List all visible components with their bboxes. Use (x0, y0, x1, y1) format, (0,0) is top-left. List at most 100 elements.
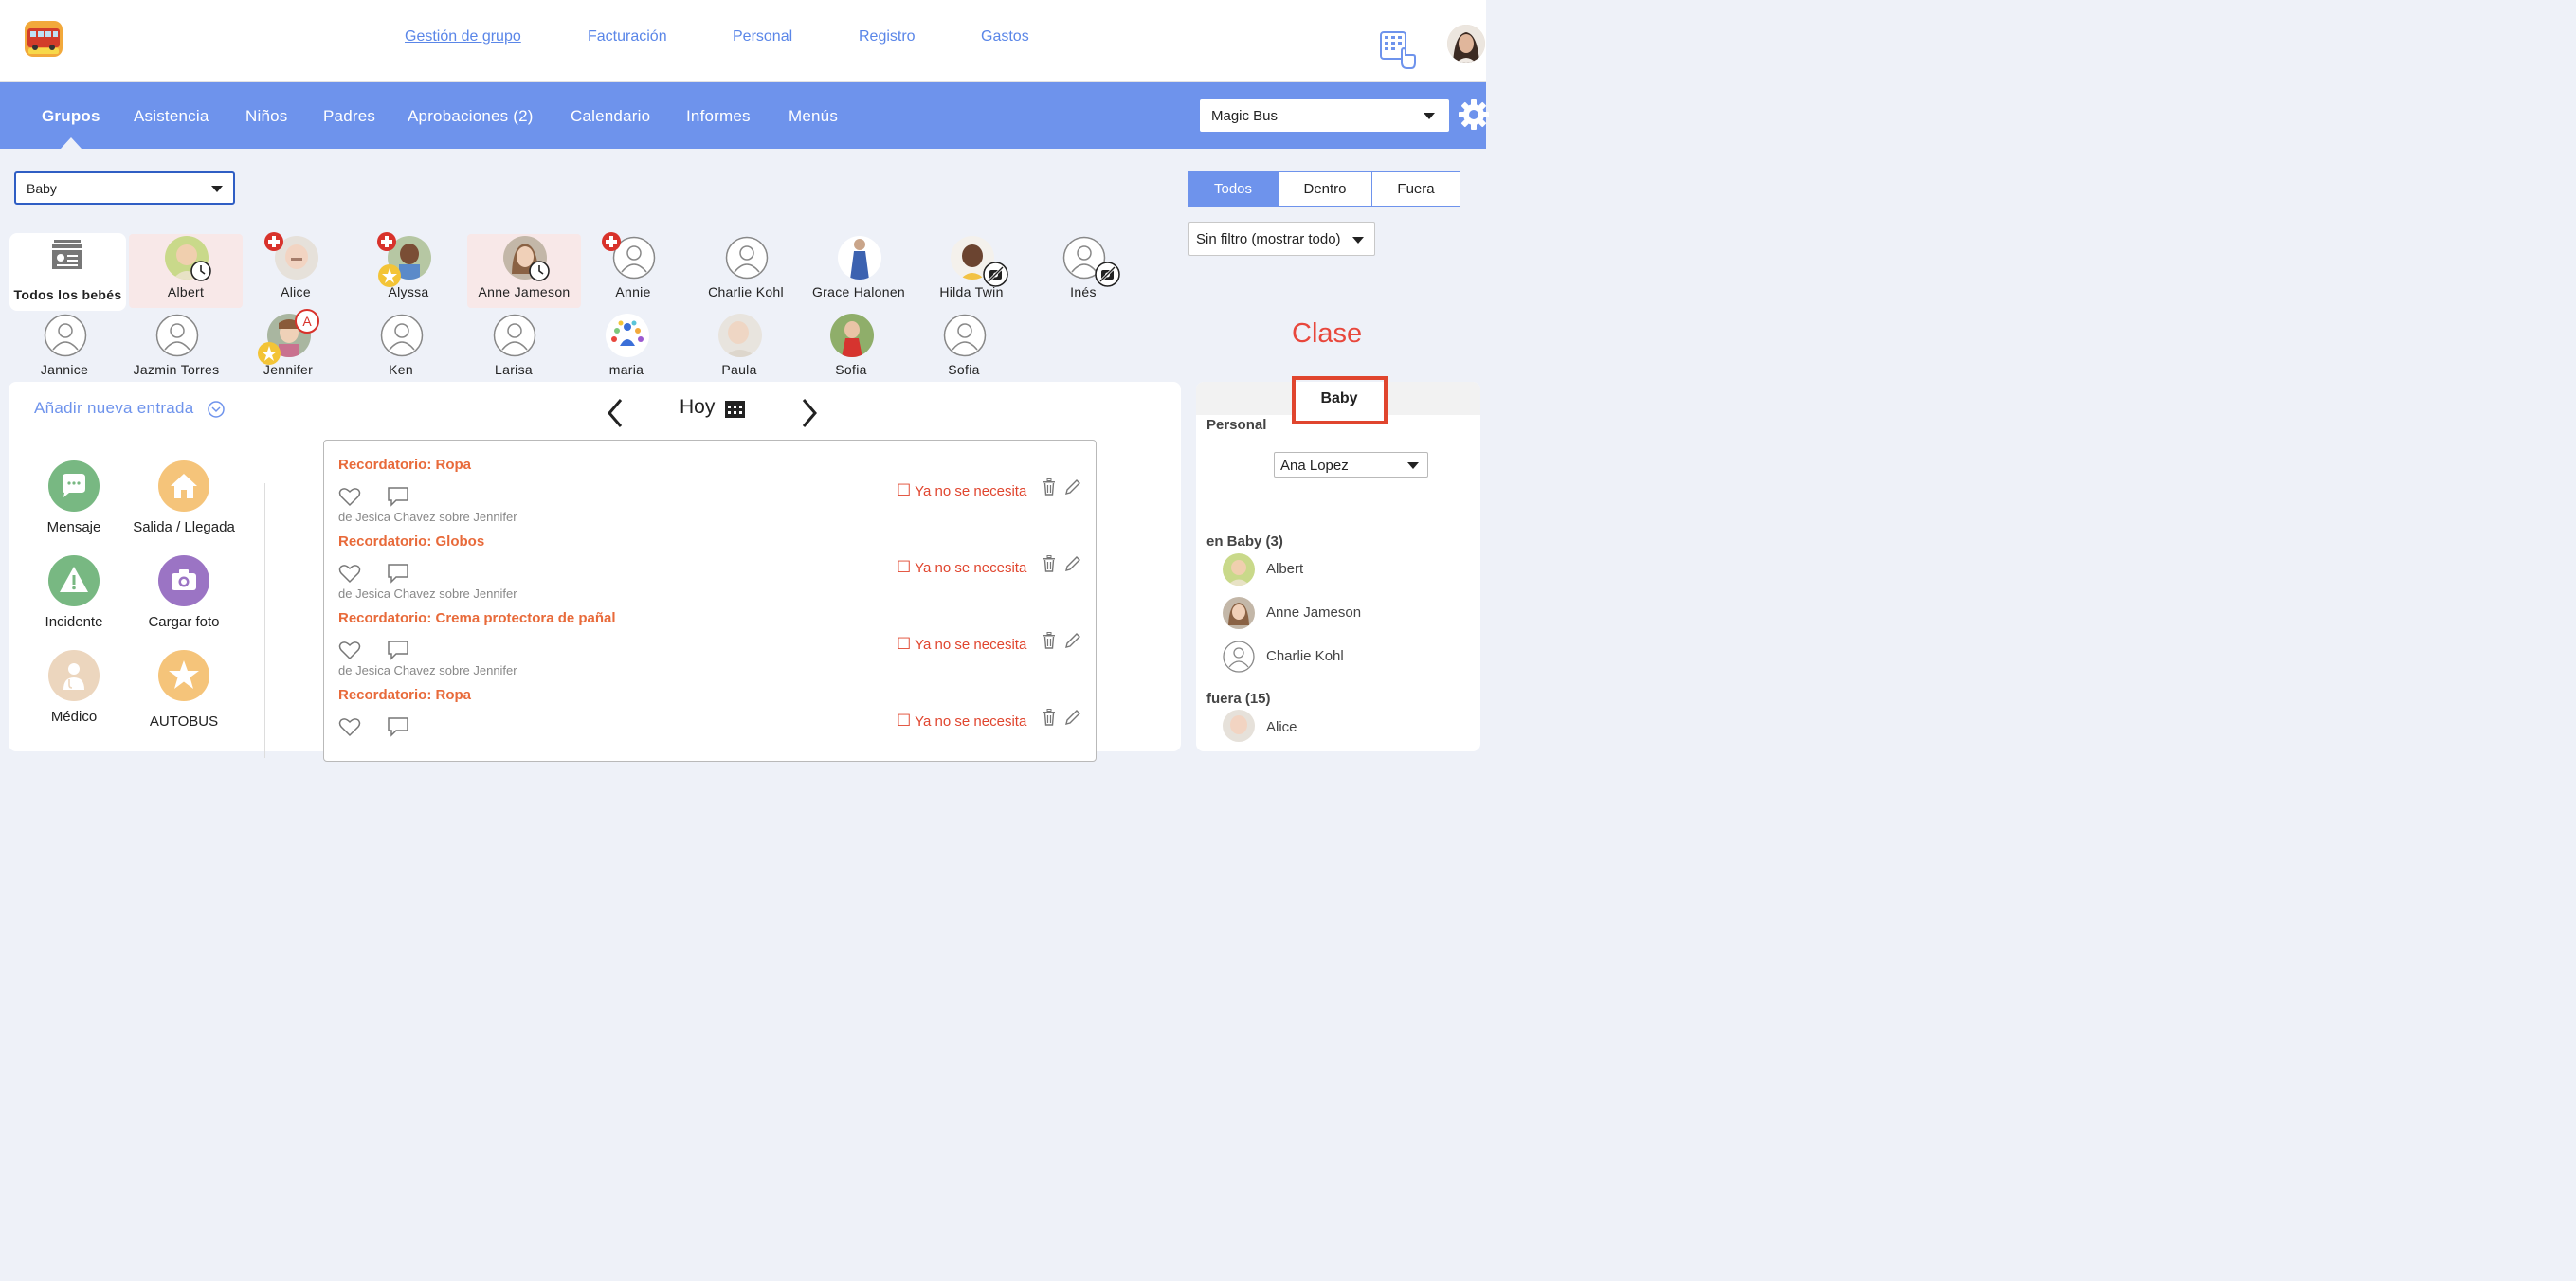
action-medico[interactable]: Médico (17, 650, 131, 725)
child-photo (606, 314, 649, 357)
not-needed-checkbox[interactable]: ☐ Ya no se necesita (897, 712, 1026, 731)
segment-todos[interactable]: Todos (1188, 171, 1278, 207)
class-panel: Baby Personal Ana Lopez en Baby (3) Albe… (1196, 382, 1480, 751)
pencil-icon[interactable] (1064, 555, 1081, 572)
chevron-down-icon (1424, 113, 1435, 119)
entry-title: Recordatorio: Globos (338, 533, 485, 550)
nav-facturacion[interactable]: Facturación (588, 28, 667, 45)
entry-title: Recordatorio: Crema protectora de pañal (338, 610, 616, 626)
child-name: Jazmin Torres (133, 362, 220, 377)
child-card-sofia-2[interactable]: Sofia (907, 312, 1021, 386)
tab-padres[interactable]: Padres (323, 107, 375, 126)
staff-select[interactable]: Ana Lopez (1274, 452, 1428, 478)
segment-fuera[interactable]: Fuera (1371, 171, 1460, 207)
medical-cross-icon (602, 232, 621, 251)
out-class-child[interactable]: Alice (1223, 710, 1450, 748)
not-needed-checkbox[interactable]: ☐ Ya no se necesita (897, 558, 1026, 577)
all-babies-button[interactable]: Todos los bebés (9, 233, 126, 311)
clock-icon (190, 261, 211, 281)
tab-grupos[interactable]: Grupos (42, 107, 100, 126)
in-class-child[interactable]: Anne Jameson (1223, 597, 1450, 635)
tab-asistencia[interactable]: Asistencia (134, 107, 209, 126)
in-class-child[interactable]: Charlie Kohl (1223, 640, 1450, 678)
nav-gestion-grupo[interactable]: Gestión de grupo (405, 28, 521, 45)
action-mensaje[interactable]: Mensaje (17, 460, 131, 535)
gear-icon[interactable] (1458, 99, 1490, 131)
tab-aprobaciones[interactable]: Aprobaciones (2) (408, 107, 534, 126)
action-salida-llegada[interactable]: Salida / Llegada (127, 460, 241, 535)
child-name: Jannice (40, 362, 89, 377)
pencil-icon[interactable] (1064, 709, 1081, 726)
group-list-icon (52, 240, 82, 269)
trash-icon[interactable] (1042, 478, 1057, 496)
nav-gastos[interactable]: Gastos (981, 28, 1029, 45)
child-name: Anne Jameson (478, 284, 571, 299)
nav-registro[interactable]: Registro (859, 28, 916, 45)
chevron-down-circle-icon[interactable] (208, 401, 225, 418)
comment-icon[interactable] (387, 716, 409, 737)
child-card-ines[interactable]: Inés (1026, 234, 1140, 308)
child-card-alice[interactable]: Alice (239, 232, 353, 308)
clock-icon (529, 261, 550, 281)
child-card-annie[interactable]: Annie (576, 232, 690, 308)
comment-icon[interactable] (387, 563, 409, 584)
not-needed-checkbox[interactable]: ☐ Ya no se necesita (897, 481, 1026, 500)
child-card-jannice[interactable]: Jannice (8, 312, 121, 386)
heart-icon[interactable] (338, 716, 361, 737)
tab-menus[interactable]: Menús (789, 107, 838, 126)
child-card-alyssa[interactable]: Alyssa (352, 232, 465, 308)
child-card-albert[interactable]: Albert (129, 234, 243, 308)
trash-icon[interactable] (1042, 709, 1057, 726)
magic-bus-logo[interactable] (23, 19, 64, 59)
action-incidente[interactable]: Incidente (17, 555, 131, 630)
child-card-maria[interactable]: maria (570, 312, 683, 386)
filter-select[interactable]: Sin filtro (mostrar todo) (1188, 222, 1375, 256)
school-select[interactable]: Magic Bus (1200, 99, 1449, 132)
action-label: Salida / Llegada (133, 519, 235, 535)
child-card-ken[interactable]: Ken (344, 312, 458, 386)
chevron-left-icon[interactable] (606, 398, 625, 428)
comment-icon[interactable] (387, 640, 409, 660)
not-needed-checkbox[interactable]: ☐ Ya no se necesita (897, 635, 1026, 654)
action-autobus[interactable]: AUTOBUS (127, 650, 241, 730)
calendar-icon[interactable] (724, 398, 746, 419)
heart-icon[interactable] (338, 486, 361, 507)
tab-ninos[interactable]: Niños (245, 107, 287, 126)
heart-icon[interactable] (338, 640, 361, 660)
child-name: Alyssa (388, 284, 429, 299)
staff-select-value: Ana Lopez (1280, 458, 1349, 474)
child-card-paula[interactable]: Paula (682, 312, 796, 386)
action-cargar-foto[interactable]: Cargar foto (127, 555, 241, 630)
pencil-icon[interactable] (1064, 478, 1081, 496)
child-card-larisa[interactable]: Larisa (457, 312, 571, 386)
in-class-child[interactable]: Albert (1223, 553, 1450, 591)
child-card-hilda-twin[interactable]: Hilda Twin (915, 234, 1028, 308)
feed-entry: Recordatorio: Ropa ☐ Ya no se necesita (324, 671, 1098, 748)
child-card-charlie-kohl[interactable]: Charlie Kohl (689, 234, 803, 308)
heart-icon[interactable] (338, 563, 361, 584)
comment-icon[interactable] (387, 486, 409, 507)
child-name: Larisa (495, 362, 533, 377)
child-name: Sofia (948, 362, 980, 377)
child-card-jennifer[interactable]: A Jennifer (231, 309, 345, 386)
segment-dentro[interactable]: Dentro (1278, 171, 1372, 207)
tab-calendario[interactable]: Calendario (571, 107, 650, 126)
child-card-grace-halonen[interactable]: Grace Halonen (802, 234, 916, 308)
doctor-icon (48, 650, 100, 701)
chevron-right-icon[interactable] (800, 398, 819, 428)
child-name: Hilda Twin (939, 284, 1004, 299)
child-card-jazmin-torres[interactable]: Jazmin Torres (119, 312, 233, 386)
trash-icon[interactable] (1042, 632, 1057, 649)
tab-informes[interactable]: Informes (686, 107, 751, 126)
trash-icon[interactable] (1042, 555, 1057, 572)
group-select[interactable]: Baby (14, 171, 235, 205)
kiosk-keypad-icon[interactable] (1379, 30, 1417, 70)
child-card-sofia-1[interactable]: Sofia (794, 312, 908, 386)
nav-personal[interactable]: Personal (733, 28, 792, 45)
date-label: Hoy (680, 396, 716, 418)
pencil-icon[interactable] (1064, 632, 1081, 649)
action-label: AUTOBUS (149, 713, 219, 730)
add-entry-label[interactable]: Añadir nueva entrada (34, 399, 194, 418)
child-card-anne-jameson[interactable]: Anne Jameson (467, 234, 581, 308)
user-avatar[interactable] (1447, 25, 1485, 63)
